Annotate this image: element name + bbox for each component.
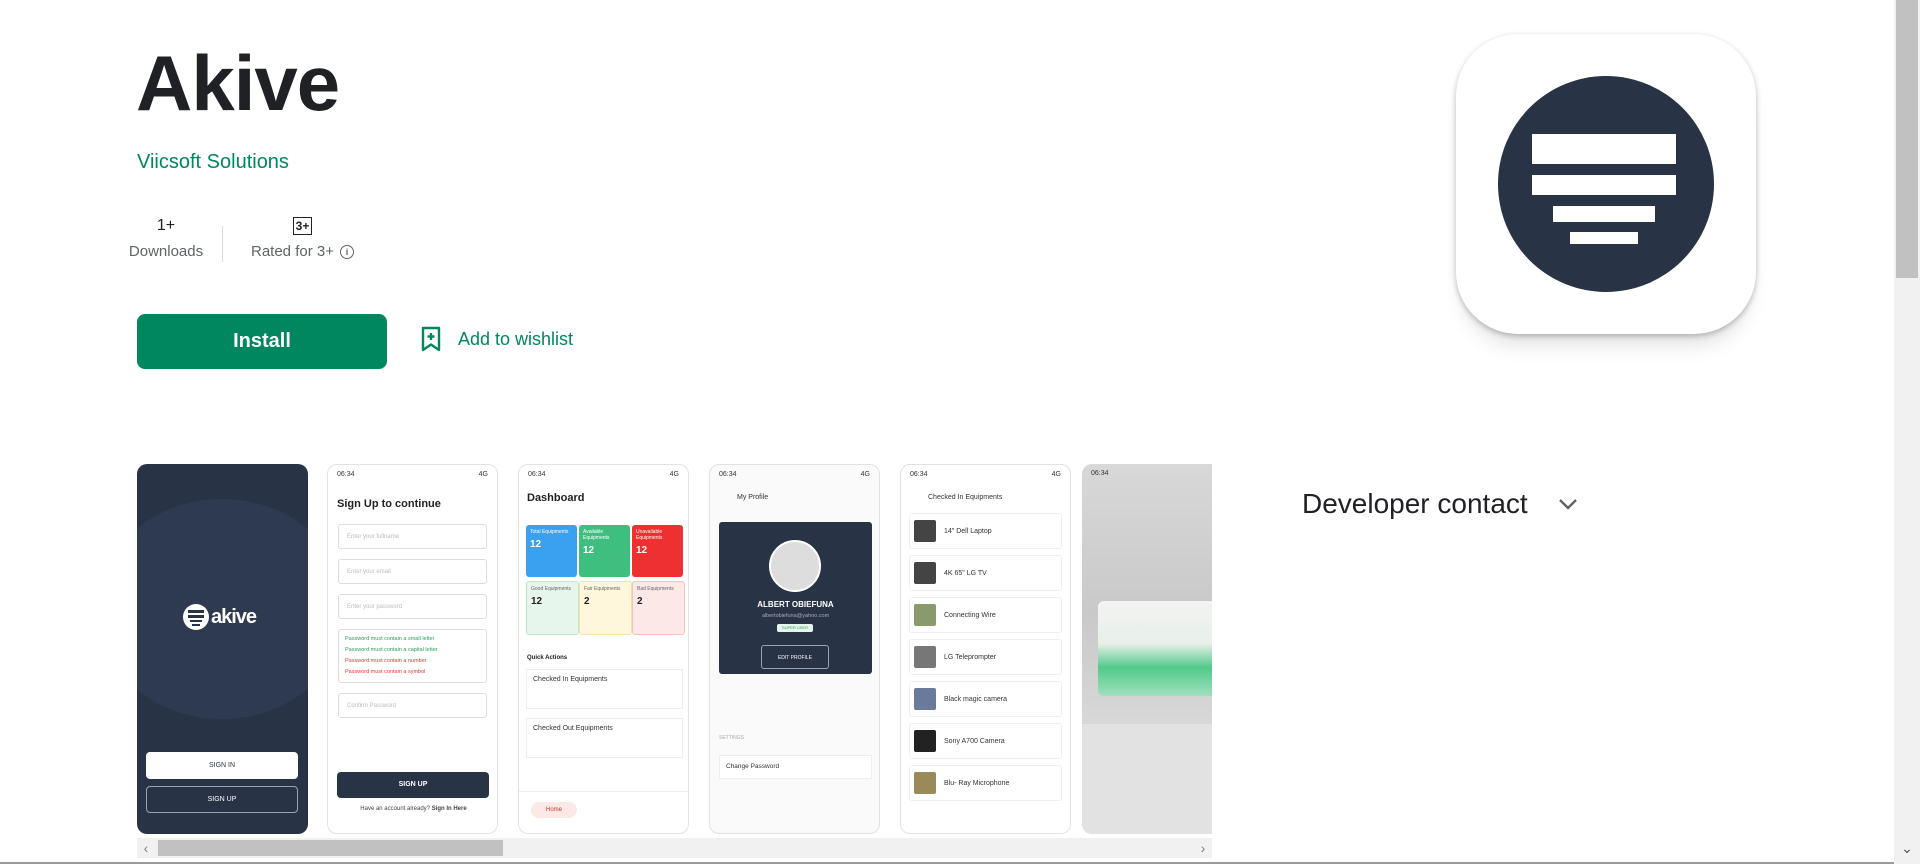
- app-icon: [1456, 34, 1756, 334]
- stat-tile: Total Equipments 12: [526, 525, 577, 577]
- confirm-password-field: Confirm Password: [338, 693, 487, 718]
- status-time: 06:34: [528, 471, 546, 478]
- stats-divider: [222, 226, 223, 262]
- list-item: 14" Dell Laptop: [909, 513, 1062, 549]
- list-item: 4K 65" LG TV: [909, 555, 1062, 591]
- fullname-field: Enter your fullname: [338, 524, 487, 549]
- photo-laptop-image: [1098, 601, 1212, 696]
- developer-contact-toggle[interactable]: Developer contact: [1302, 488, 1578, 520]
- add-to-wishlist-button[interactable]: Add to wishlist: [420, 326, 573, 352]
- carousel-scrollbar[interactable]: ‹ ›: [137, 838, 1212, 858]
- signup-heading: Sign Up to continue: [337, 498, 441, 510]
- signup-submit-button: SIGN UP: [337, 772, 489, 798]
- rating-label: Rated for 3+: [251, 243, 334, 260]
- nav-home: Home: [531, 802, 577, 818]
- status-time: 06:34: [337, 471, 355, 478]
- edit-profile-button: EDIT PROFILE: [761, 645, 829, 669]
- chevron-down-icon: [1558, 499, 1577, 510]
- quick-actions-heading: Quick Actions: [527, 655, 568, 661]
- stat-tile: Bad Equipments 2: [632, 581, 685, 635]
- signin-question: Have an account already?: [360, 806, 431, 812]
- page-scrollbar[interactable]: ⌄: [1894, 0, 1920, 864]
- developer-contact-label: Developer contact: [1302, 488, 1528, 519]
- settings-label: SETTINGS: [719, 735, 745, 741]
- screenshot-1[interactable]: akive SIGN IN SIGN UP: [137, 464, 308, 834]
- splash-logo-text: akive: [211, 605, 257, 628]
- scroll-left-icon[interactable]: ‹: [137, 838, 155, 858]
- akive-logo-icon: [183, 604, 209, 630]
- status-network: 4G: [860, 471, 870, 478]
- screenshot-3[interactable]: 06:34 4G Dashboard Total Equipments 12 Ava…: [518, 464, 689, 834]
- profile-heading: My Profile: [737, 494, 769, 501]
- stat-tile: Available Equipments 12: [579, 525, 630, 577]
- role-badge: SUPER USER: [777, 624, 813, 632]
- profile-card: ALBERT OBIEFUNA albertobiefuna@yahoo.com…: [719, 522, 872, 674]
- status-network: 4G: [1051, 471, 1061, 478]
- action-checked-out: Checked Out Equipments: [526, 718, 683, 758]
- profile-name: ALBERT OBIEFUNA: [757, 600, 834, 609]
- page-scroll-thumb[interactable]: [1896, 0, 1918, 278]
- screenshot-4[interactable]: 06:34 4G My Profile ALBERT OBIEFUNA alber…: [709, 464, 880, 834]
- screenshot-2[interactable]: 06:34 4G Sign Up to continue Enter your f…: [327, 464, 498, 834]
- rule-item: Password must contain a capital letter: [345, 647, 438, 653]
- app-title: Akive: [136, 39, 340, 127]
- splash-sign-up-button: SIGN UP: [146, 786, 298, 813]
- status-network: 4G: [478, 471, 488, 478]
- signin-link: Sign In Here: [431, 806, 467, 812]
- bottom-nav: Home: [519, 791, 688, 833]
- list-item: LG Teleprompter: [909, 639, 1062, 675]
- password-rules: Password must contain a small letter Pas…: [338, 629, 487, 683]
- downloads-stat: 1+ Downloads: [129, 212, 203, 264]
- screenshot-6[interactable]: 06:34: [1082, 464, 1212, 834]
- rule-item: Password must contain a small letter: [345, 636, 435, 642]
- developer-link[interactable]: Viicsoft Solutions: [137, 151, 289, 174]
- stat-tile: Fair Equipments 2: [579, 581, 632, 635]
- status-time: 06:34: [1091, 470, 1109, 477]
- avatar: [769, 540, 821, 592]
- list-item: Sony A700 Camera: [909, 723, 1062, 759]
- checked-in-heading: Checked In Equipments: [928, 494, 1003, 501]
- scroll-down-icon[interactable]: ⌄: [1894, 840, 1920, 857]
- install-button[interactable]: Install: [137, 314, 387, 369]
- password-field: Enter your password: [338, 594, 487, 619]
- app-stats: 1+ Downloads 3+ Rated for 3+ i: [129, 212, 354, 264]
- carousel-scroll-thumb[interactable]: [158, 840, 503, 856]
- rating-badge-icon: 3+: [292, 217, 313, 235]
- wishlist-label: Add to wishlist: [458, 328, 574, 349]
- status-network: 4G: [669, 471, 679, 478]
- scroll-right-icon[interactable]: ›: [1194, 838, 1212, 858]
- downloads-label: Downloads: [128, 243, 204, 260]
- profile-email: albertobiefuna@yahoo.com: [761, 613, 830, 619]
- bookmark-add-icon: [421, 326, 441, 352]
- screenshot-5[interactable]: 06:34 4G Checked In Equipments 14" Dell L…: [900, 464, 1071, 834]
- status-time: 06:34: [719, 471, 737, 478]
- info-icon[interactable]: i: [339, 245, 354, 259]
- stat-tile: Unavailable Equipments 12: [632, 525, 683, 577]
- dashboard-heading: Dashboard: [527, 492, 585, 504]
- splash-sign-in-button: SIGN IN: [146, 752, 298, 779]
- list-item: Blu- Ray Microphone: [909, 765, 1062, 801]
- downloads-value: 1+: [156, 217, 176, 234]
- status-time: 06:34: [910, 471, 928, 478]
- action-checked-in: Checked In Equipments: [526, 669, 683, 709]
- akive-menu-lines-icon: [1498, 76, 1714, 292]
- rule-item: Password must contain a symbol: [345, 669, 426, 675]
- rule-item: Password must contain a number: [345, 658, 427, 664]
- list-item: Black magic camera: [909, 681, 1062, 717]
- list-item: Connecting Wire: [909, 597, 1062, 633]
- change-password-row: Change Password: [719, 755, 872, 779]
- content-rating-stat[interactable]: 3+ Rated for 3+ i: [251, 212, 354, 264]
- email-field: Enter your email: [338, 559, 487, 584]
- stat-tile: Good Equipments 12: [526, 581, 579, 635]
- screenshot-carousel: akive SIGN IN SIGN UP 06:34 4G Sign Up to…: [137, 464, 1212, 858]
